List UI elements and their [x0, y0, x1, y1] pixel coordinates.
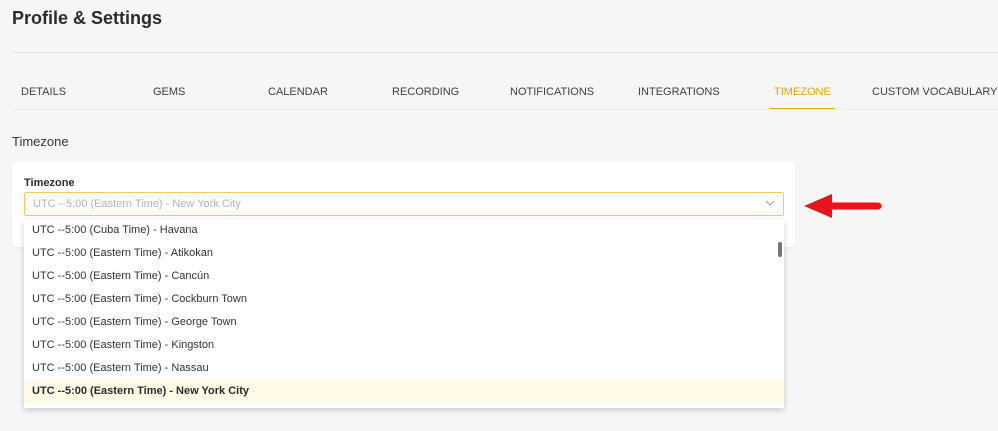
chevron-down-icon — [765, 200, 775, 206]
timezone-option-cockburn-town[interactable]: UTC --5:00 (Eastern Time) - Cockburn Tow… — [24, 288, 784, 311]
timezone-option-atikokan[interactable]: UTC --5:00 (Eastern Time) - Atikokan — [24, 242, 784, 265]
settings-tabs: DETAILS GEMS CALENDAR RECORDING NOTIFICA… — [0, 78, 998, 110]
tab-details[interactable]: DETAILS — [21, 78, 66, 108]
page-title: Profile & Settings — [12, 8, 163, 28]
timezone-select[interactable]: UTC --5:00 (Eastern Time) - New York Cit… — [24, 192, 784, 216]
tab-integrations[interactable]: INTEGRATIONS — [638, 78, 720, 108]
timezone-option-kingston[interactable]: UTC --5:00 (Eastern Time) - Kingston — [24, 334, 784, 357]
timezone-select-value: UTC --5:00 (Eastern Time) - New York Cit… — [33, 198, 241, 210]
tabs-divider — [12, 109, 998, 110]
timezone-dropdown: UTC --5:00 (Cuba Time) - Havana UTC --5:… — [24, 219, 784, 408]
title-divider — [12, 52, 998, 53]
tab-recording[interactable]: RECORDING — [392, 78, 459, 108]
timezone-field-label: Timezone — [24, 177, 75, 189]
timezone-option-cancun[interactable]: UTC --5:00 (Eastern Time) - Cancún — [24, 265, 784, 288]
tab-custom-vocabulary[interactable]: CUSTOM VOCABULARY — [872, 78, 998, 108]
timezone-option-george-town[interactable]: UTC --5:00 (Eastern Time) - George Town — [24, 311, 784, 334]
tab-calendar[interactable]: CALENDAR — [268, 78, 328, 108]
tab-notifications[interactable]: NOTIFICATIONS — [510, 78, 594, 108]
section-title: Timezone — [12, 134, 69, 149]
tab-gems[interactable]: GEMS — [153, 78, 185, 108]
timezone-option-nassau[interactable]: UTC --5:00 (Eastern Time) - Nassau — [24, 357, 784, 380]
red-arrow-left-icon — [804, 194, 882, 218]
dropdown-scrollbar[interactable] — [778, 242, 782, 257]
timezone-option-new-york-city[interactable]: UTC --5:00 (Eastern Time) - New York Cit… — [24, 380, 784, 403]
tab-timezone[interactable]: TIMEZONE — [770, 78, 835, 110]
timezone-option-havana[interactable]: UTC --5:00 (Cuba Time) - Havana — [24, 219, 784, 242]
